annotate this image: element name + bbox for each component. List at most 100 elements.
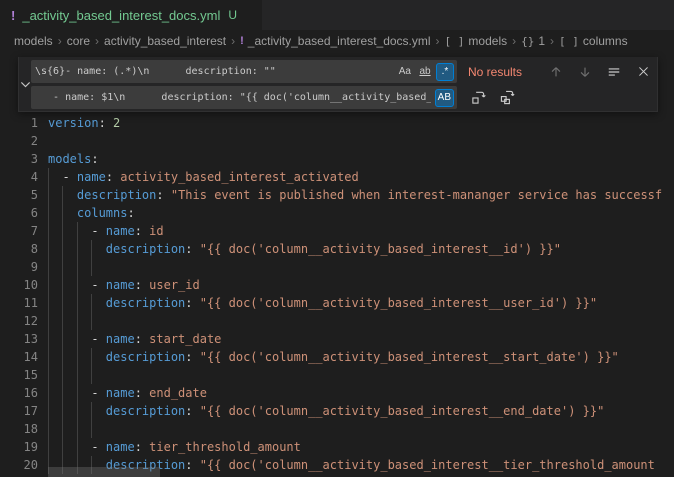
breadcrumb-separator-icon: › <box>95 34 99 48</box>
code-line[interactable]: 16 - name: end_date <box>0 384 674 402</box>
file-warning-icon: ! <box>240 35 244 47</box>
yaml-file-icon: ! <box>11 8 15 23</box>
editor-pane: Aa ab .* No results <box>0 52 674 477</box>
find-row: Aa ab .* No results <box>31 60 653 83</box>
search-input-wrap: Aa ab .* <box>31 60 457 83</box>
breadcrumb-separator-icon: › <box>550 34 554 48</box>
code-line[interactable]: 14 description: "{{ doc('column__activit… <box>0 348 674 366</box>
line-number: 6 <box>0 204 38 222</box>
code-line[interactable]: 4 - name: activity_based_interest_activa… <box>0 168 674 186</box>
find-results-status: No results <box>468 65 530 79</box>
toggle-replace-button[interactable] <box>19 57 31 111</box>
line-number: 17 <box>0 402 38 420</box>
symbol-object-icon: {} <box>521 35 534 48</box>
preserve-case-toggle[interactable]: AB <box>435 89 454 107</box>
breadcrumb-item[interactable]: {}1 <box>521 34 545 48</box>
code-text: - name: user_id <box>48 276 674 294</box>
find-in-selection-button[interactable] <box>604 62 624 82</box>
replace-icon <box>471 90 486 105</box>
breadcrumb-separator-icon: › <box>512 34 516 48</box>
breadcrumb-item[interactable]: ! _activity_based_interest_docs.yml <box>240 34 430 48</box>
regex-toggle[interactable]: .* <box>436 63 454 81</box>
code-area[interactable]: 1version: 223models:4 - name: activity_b… <box>0 52 674 477</box>
code-line[interactable]: 15 <box>0 366 674 384</box>
search-input[interactable] <box>31 60 457 83</box>
code-line[interactable]: 19 - name: tier_threshold_amount <box>0 438 674 456</box>
breadcrumb: models › core › activity_based_interest ›! _ac… <box>0 30 674 52</box>
code-line[interactable]: 9 <box>0 258 674 276</box>
code-line[interactable]: 5 description: "This event is published … <box>0 186 674 204</box>
breadcrumb-label: columns <box>583 34 628 48</box>
line-number: 16 <box>0 384 38 402</box>
line-number: 1 <box>0 114 38 132</box>
breadcrumb-item[interactable]: [ ] columns <box>559 34 628 48</box>
code-text: description: "{{ doc('column__activity_b… <box>48 294 674 312</box>
replace-options: AB <box>435 89 454 107</box>
code-line[interactable]: 13 - name: start_date <box>0 330 674 348</box>
code-line[interactable]: 8 description: "{{ doc('column__activity… <box>0 240 674 258</box>
editor-tab[interactable]: ! _activity_based_interest_docs.yml U <box>0 0 262 30</box>
previous-match-button[interactable] <box>546 62 566 82</box>
breadcrumb-item[interactable]: [ ]models <box>445 34 508 48</box>
code-line[interactable]: 3models: <box>0 150 674 168</box>
code-text <box>48 312 674 330</box>
replace-all-button[interactable] <box>497 88 517 108</box>
code-text: - name: id <box>48 222 674 240</box>
breadcrumb-label: _activity_based_interest_docs.yml <box>248 34 431 48</box>
code-text: - name: tier_threshold_amount <box>48 438 674 456</box>
replace-buttons <box>468 88 517 108</box>
code-line[interactable]: 2 <box>0 132 674 150</box>
code-line[interactable]: 7 - name: id <box>0 222 674 240</box>
chevron-down-icon <box>20 79 31 90</box>
replace-button[interactable] <box>468 88 488 108</box>
symbol-array-icon: [ ] <box>559 35 579 48</box>
breadcrumb-item[interactable]: models <box>14 34 53 48</box>
symbol-array-icon: [ ] <box>445 35 465 48</box>
breadcrumb-item[interactable]: activity_based_interest <box>104 34 226 48</box>
code-line[interactable]: 11 description: "{{ doc('column__activit… <box>0 294 674 312</box>
replace-all-icon <box>500 90 515 105</box>
find-replace-widget: Aa ab .* No results <box>18 57 658 112</box>
code-line[interactable]: 17 description: "{{ doc('column__activit… <box>0 402 674 420</box>
find-nav-buttons <box>546 62 653 82</box>
horizontal-scrollbar[interactable] <box>48 467 160 477</box>
code-line[interactable]: 1version: 2 <box>0 114 674 132</box>
line-number: 7 <box>0 222 38 240</box>
search-options: Aa ab .* <box>396 63 454 81</box>
close-find-button[interactable] <box>633 62 653 82</box>
breadcrumb-separator-icon: › <box>436 34 440 48</box>
code-text: - name: start_date <box>48 330 674 348</box>
match-case-toggle[interactable]: Aa <box>396 63 414 81</box>
breadcrumb-item[interactable]: core <box>67 34 90 48</box>
line-number: 14 <box>0 348 38 366</box>
code-line[interactable]: 10 - name: user_id <box>0 276 674 294</box>
find-rows: Aa ab .* No results <box>31 57 657 111</box>
breadcrumb-separator-icon: › <box>231 34 235 48</box>
tab-bar: ! _activity_based_interest_docs.yml U <box>0 0 674 30</box>
code-text <box>48 258 674 276</box>
line-number: 20 <box>0 456 38 474</box>
whole-word-toggle[interactable]: ab <box>416 63 434 81</box>
line-number: 4 <box>0 168 38 186</box>
code-text: description: "{{ doc('column__activity_b… <box>48 348 674 366</box>
code-text <box>48 132 674 150</box>
code-line[interactable]: 12 <box>0 312 674 330</box>
line-number: 10 <box>0 276 38 294</box>
line-number: 3 <box>0 150 38 168</box>
breadcrumb-separator-icon: › <box>58 34 62 48</box>
replace-input-wrap: AB <box>31 86 457 109</box>
code-text: description: "{{ doc('column__activity_b… <box>48 240 674 258</box>
line-number: 9 <box>0 258 38 276</box>
line-number: 8 <box>0 240 38 258</box>
code-line[interactable]: 18 <box>0 420 674 438</box>
breadcrumb-label: models <box>468 34 507 48</box>
breadcrumb-label: activity_based_interest <box>104 34 226 48</box>
next-match-button[interactable] <box>575 62 595 82</box>
arrow-down-icon <box>578 65 592 79</box>
code-line[interactable]: 6 columns: <box>0 204 674 222</box>
code-text: - name: end_date <box>48 384 674 402</box>
line-number: 5 <box>0 186 38 204</box>
replace-input[interactable] <box>31 86 457 109</box>
git-untracked-badge: U <box>228 8 237 22</box>
vscode-window: { "colors": { "editor_bg": "#1e1e1e", "t… <box>0 0 674 477</box>
